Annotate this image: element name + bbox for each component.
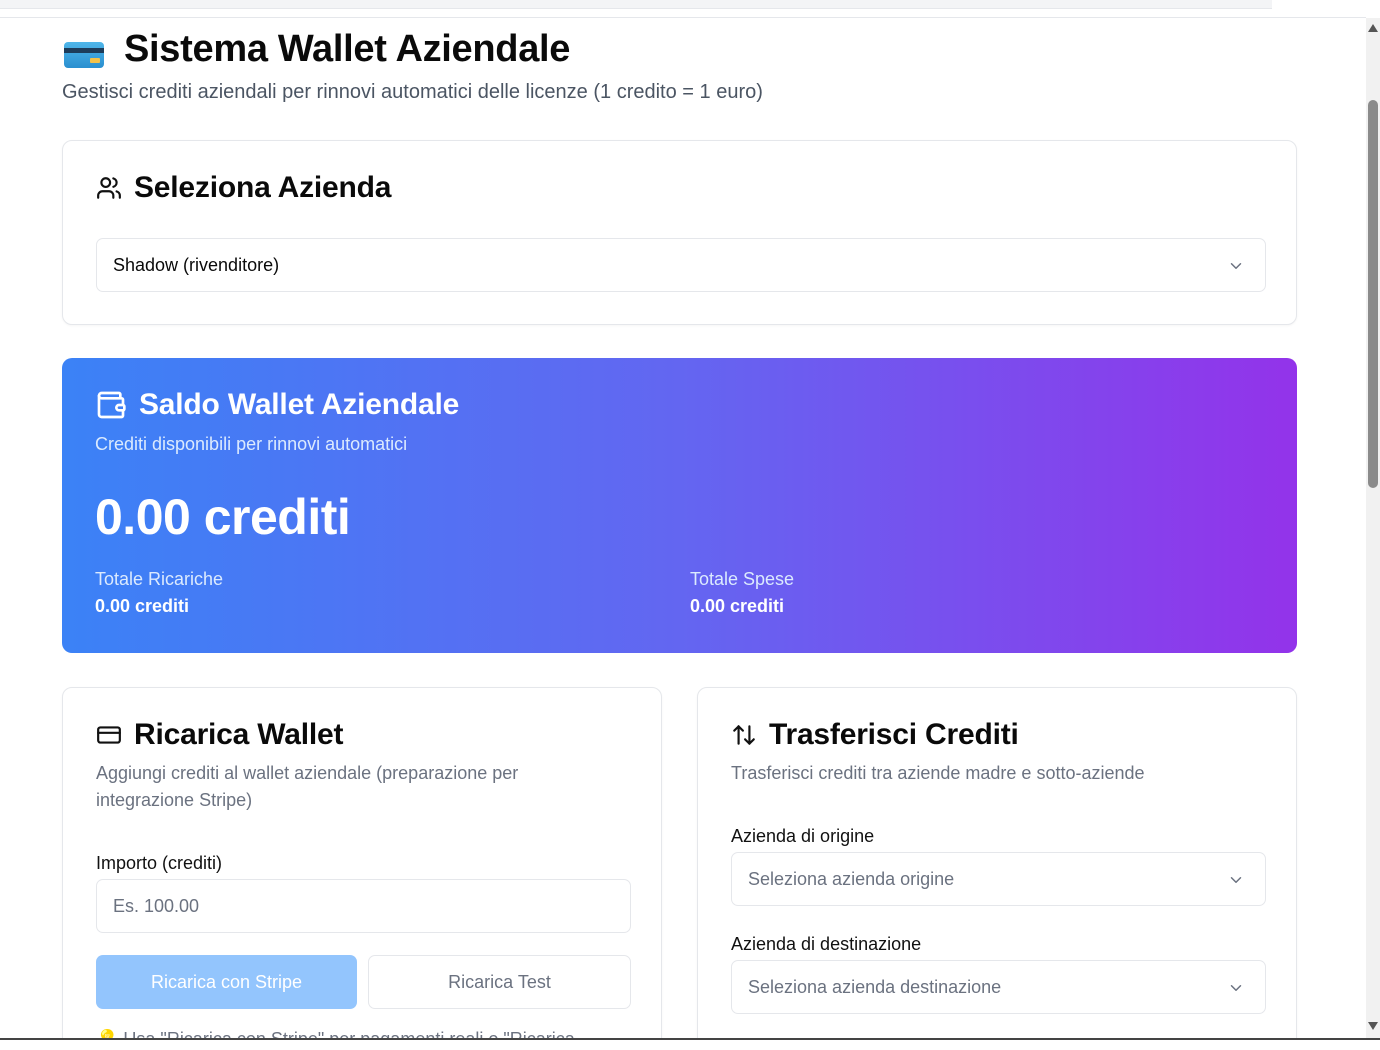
chevron-down-icon xyxy=(1230,985,1242,991)
page-title: Sistema Wallet Aziendale xyxy=(124,28,571,70)
balance-amount: 0.00 crediti xyxy=(95,489,351,545)
chevron-down-icon xyxy=(1230,263,1242,269)
browser-toolbar-strip xyxy=(0,0,1272,9)
recharge-description: Aggiungi crediti al wallet aziendale (pr… xyxy=(96,763,519,810)
scroll-up-arrow-icon[interactable] xyxy=(1368,24,1378,32)
scrollbar-thumb[interactable] xyxy=(1368,100,1378,488)
destination-company-select[interactable]: Seleziona azienda destinazione xyxy=(731,960,1266,1014)
wallet-icon xyxy=(97,391,126,419)
company-select-value: Shadow (rivenditore) xyxy=(113,254,280,275)
amount-label: Importo (crediti) xyxy=(96,853,223,873)
balance-subtitle: Crediti disponibili per rinnovi automati… xyxy=(95,434,408,454)
recharge-title: Ricarica Wallet xyxy=(96,718,344,752)
users-icon xyxy=(97,177,121,199)
amount-input[interactable]: Es. 100.00 xyxy=(96,879,631,933)
arrow-up-down-icon xyxy=(733,725,755,745)
browser-top-bar xyxy=(0,0,1380,18)
transfer-description: Trasferisci crediti tra aziende madre e … xyxy=(731,763,1145,783)
company-select-card: Seleziona Azienda Shadow (rivenditore) xyxy=(62,140,1297,325)
page-viewport: Sistema Wallet Aziendale Gestisci credit… xyxy=(0,18,1366,1038)
transfer-card: Trasferisci Crediti Trasferisci crediti … xyxy=(697,687,1297,1038)
destination-select-placeholder: Seleziona azienda destinazione xyxy=(748,976,1002,997)
credit-card-emoji-icon xyxy=(62,35,104,68)
stripe-recharge-button[interactable]: Ricarica con Stripe xyxy=(96,955,357,1009)
recharge-note: 💡 Usa "Ricarica con Stripe" per pagament… xyxy=(96,1029,575,1038)
title-row: Sistema Wallet Aziendale xyxy=(62,28,763,71)
test-recharge-button[interactable]: Ricarica Test xyxy=(368,955,631,1009)
credit-card-icon xyxy=(97,726,121,744)
balance-title: Saldo Wallet Aziendale xyxy=(95,388,459,422)
balance-card: Saldo Wallet Aziendale Crediti disponibi… xyxy=(62,358,1297,653)
amount-input-placeholder: Es. 100.00 xyxy=(113,895,200,916)
transfer-title: Trasferisci Crediti xyxy=(731,718,1019,752)
destination-label: Azienda di destinazione xyxy=(731,934,922,954)
transfer-title-text: Trasferisci Crediti xyxy=(769,718,1019,751)
recharge-title-text: Ricarica Wallet xyxy=(134,718,344,751)
total-spent-label: Totale Spese xyxy=(690,569,795,589)
scroll-down-arrow-icon[interactable] xyxy=(1368,1022,1378,1030)
company-select-title-text: Seleziona Azienda xyxy=(134,171,392,204)
balance-title-text: Saldo Wallet Aziendale xyxy=(139,388,460,421)
page-header: Sistema Wallet Aziendale Gestisci credit… xyxy=(62,28,763,104)
chevron-down-icon xyxy=(1230,877,1242,883)
company-select-dropdown[interactable]: Shadow (rivenditore) xyxy=(96,238,1266,292)
vertical-scrollbar[interactable] xyxy=(1366,18,1380,1038)
total-recharges-label: Totale Ricariche xyxy=(95,569,224,589)
origin-select-placeholder: Seleziona azienda origine xyxy=(748,868,955,889)
origin-company-select[interactable]: Seleziona azienda origine xyxy=(731,852,1266,906)
company-select-title: Seleziona Azienda xyxy=(96,171,391,205)
total-spent-value: 0.00 crediti xyxy=(690,596,785,616)
recharge-card: Ricarica Wallet Aggiungi crediti al wall… xyxy=(62,687,662,1038)
total-recharges-value: 0.00 crediti xyxy=(95,596,190,616)
page-subtitle: Gestisci crediti aziendali per rinnovi a… xyxy=(62,81,763,103)
window-bottom-edge xyxy=(0,1038,1380,1050)
origin-label: Azienda di origine xyxy=(731,826,875,846)
